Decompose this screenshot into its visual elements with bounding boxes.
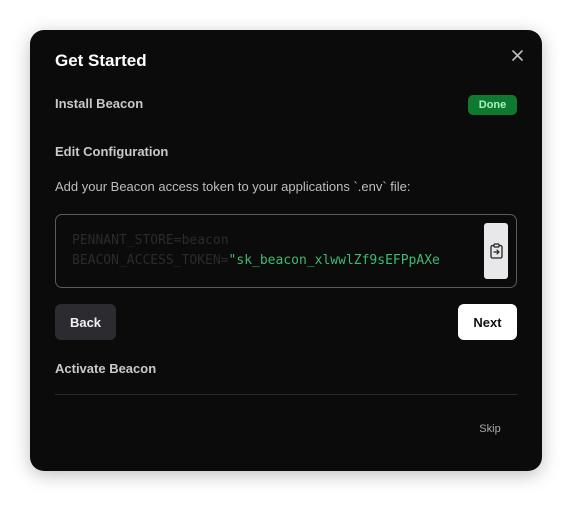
copy-button[interactable] (484, 223, 508, 279)
modal-title: Get Started (55, 51, 147, 70)
env-code-block[interactable]: PENNANT_STORE=beacon BEACON_ACCESS_TOKEN… (55, 214, 517, 288)
step-activate-beacon-title: Activate Beacon (55, 361, 157, 376)
code-token-value: "sk_beacon_xlwwlZf9sEFPpAXe (228, 253, 440, 268)
clipboard-icon (489, 243, 503, 259)
config-description: Add your Beacon access token to your app… (55, 179, 411, 194)
get-started-modal: Get Started Install Beacon Done Edit Con… (30, 30, 542, 471)
step-edit-configuration-title: Edit Configuration (55, 144, 169, 159)
back-button[interactable]: Back (55, 304, 116, 340)
close-icon (511, 49, 523, 61)
status-badge-done: Done (468, 95, 517, 115)
code-line-token: BEACON_ACCESS_TOKEN="sk_beacon_xlwwlZf9s… (72, 251, 466, 271)
step-install-beacon-title: Install Beacon (55, 96, 144, 111)
code-lines: PENNANT_STORE=beacon BEACON_ACCESS_TOKEN… (72, 231, 466, 271)
next-button[interactable]: Next (458, 304, 517, 340)
close-button[interactable] (506, 44, 528, 66)
code-line-store: PENNANT_STORE=beacon (72, 233, 229, 248)
code-token-key: BEACON_ACCESS_TOKEN= (72, 253, 229, 268)
divider (55, 394, 517, 395)
skip-button[interactable]: Skip (470, 419, 510, 439)
